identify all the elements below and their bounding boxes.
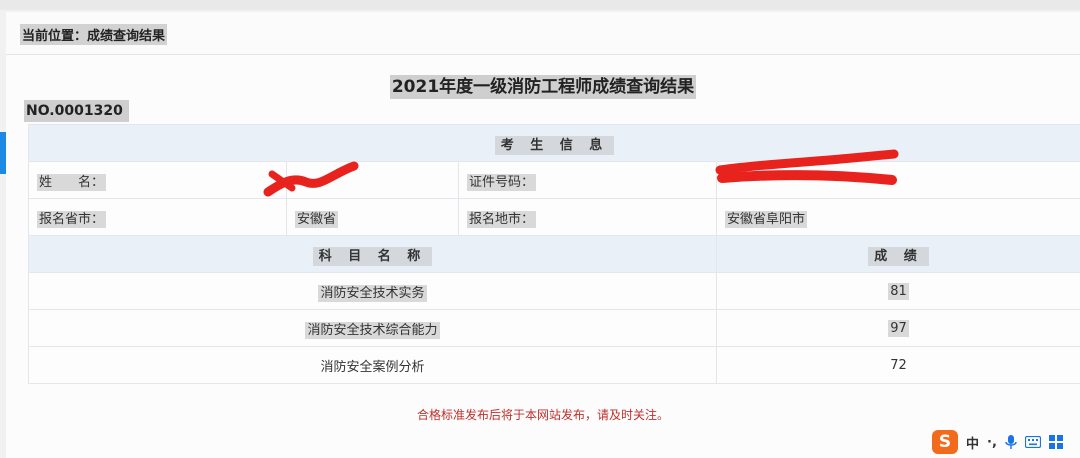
info-row-name-id: 姓 名： 证件号码：	[28, 161, 1080, 199]
mic-icon[interactable]	[1005, 434, 1017, 450]
sogou-logo-icon[interactable]: S	[932, 430, 958, 454]
subject-name: 消防安全案例分析	[320, 359, 425, 375]
name-label: 姓 名：	[37, 173, 107, 191]
city-label: 报名地市：	[467, 210, 537, 228]
breadcrumb: 当前位置：成绩查询结果	[6, 12, 1080, 55]
serial-number: NO.0001320	[24, 100, 129, 122]
table-row: 消防安全技术实务 81	[28, 272, 1080, 310]
table-row: 消防安全案例分析 72	[28, 346, 1080, 384]
browser-top-strip	[0, 0, 1080, 10]
redaction-scribble-id	[715, 149, 899, 185]
breadcrumb-text: 当前位置：成绩查询结果	[20, 24, 168, 45]
ime-punctuation-toggle[interactable]: ·,	[987, 435, 997, 450]
province-value: 安徽省	[295, 210, 339, 228]
keyboard-icon[interactable]	[1024, 436, 1041, 448]
ime-language-toggle[interactable]: 中	[966, 433, 979, 452]
result-page: 当前位置：成绩查询结果 2021年度一级消防工程师成绩查询结果 NO.00013…	[6, 12, 1080, 458]
subject-column-header: 科 目 名 称	[312, 246, 433, 266]
subject-score: 72	[890, 357, 907, 373]
grid-icon[interactable]	[1048, 435, 1063, 449]
subject-name: 消防安全技术综合能力	[305, 321, 440, 339]
page-title: 2021年度一级消防工程师成绩查询结果	[6, 72, 1080, 99]
notice-text: 合格标准发布后将于本网站发布，请及时关注。	[416, 408, 669, 422]
city-value: 安徽省阜阳市	[725, 210, 808, 228]
redaction-scribble-name	[263, 161, 359, 197]
subject-score: 97	[888, 319, 909, 337]
table-row: 消防安全技术综合能力 97	[28, 309, 1080, 347]
ime-toolbar[interactable]: S 中 ·,	[932, 426, 1080, 458]
info-row-location: 报名省市： 安徽省 报名地市： 安徽省阜阳市	[28, 198, 1080, 236]
page-title-text: 2021年度一级消防工程师成绩查询结果	[389, 75, 697, 99]
score-column-header: 成 绩	[868, 246, 929, 266]
id-label: 证件号码：	[467, 173, 537, 191]
candidate-info-header: 考 生 信 息	[27, 124, 1080, 162]
side-tab-marker[interactable]	[0, 132, 6, 174]
result-table: 考 生 信 息 姓 名： 证件号码： 报名省市： 安徽省 报名地市： 安徽省阜阳…	[27, 124, 1080, 384]
scores-header: 科 目 名 称 成 绩	[28, 235, 1080, 273]
candidate-info-title: 考 生 信 息	[494, 135, 615, 155]
province-label: 报名省市：	[37, 210, 107, 228]
subject-score: 81	[888, 282, 909, 300]
subject-name: 消防安全技术实务	[318, 284, 427, 302]
